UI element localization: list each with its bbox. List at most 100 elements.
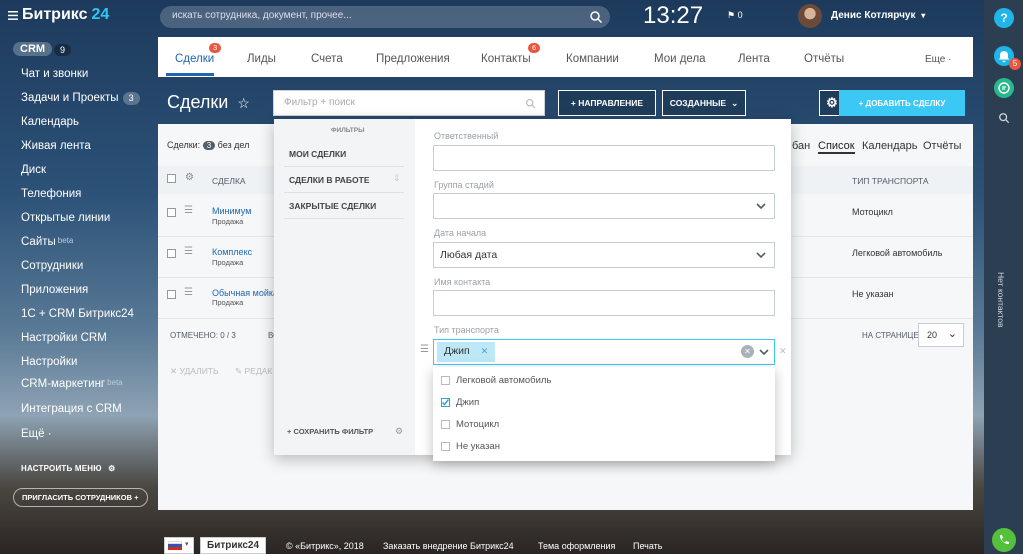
- sidebar-item-apps[interactable]: Приложения: [21, 284, 88, 296]
- tab-quotes[interactable]: Предложения: [376, 53, 450, 65]
- chat-button[interactable]: [994, 78, 1014, 98]
- remove-field-icon[interactable]: ✕: [779, 346, 787, 357]
- footer-order-link[interactable]: Заказать внедрение Битрикс24: [383, 541, 514, 551]
- sidebar-item-telephony[interactable]: Телефония: [21, 188, 81, 200]
- tab-feed[interactable]: Лента: [738, 53, 770, 65]
- sidebar-item-crm-marketing[interactable]: CRM-маркетинг beta: [21, 378, 123, 390]
- option-checkbox-checked[interactable]: [441, 398, 450, 407]
- tab-companies[interactable]: Компании: [566, 53, 619, 65]
- chevron-down-icon: [756, 203, 766, 210]
- tab-reports[interactable]: Отчёты: [804, 53, 844, 65]
- sidebar-item-crm-settings[interactable]: Настройки CRM: [21, 332, 107, 344]
- add-direction-button[interactable]: + НАПРАВЛЕНИЕ: [558, 90, 656, 116]
- option-car[interactable]: Легковой автомобиль: [456, 375, 551, 386]
- language-selector[interactable]: ▾: [164, 537, 194, 554]
- footer-theme-link[interactable]: Тема оформления: [538, 541, 615, 551]
- option-motorcycle[interactable]: Мотоцикл: [456, 419, 499, 430]
- sidebar-item-more[interactable]: Ещё ·: [21, 428, 52, 440]
- sidebar-item-crm-integration[interactable]: Интеграция с CRM: [21, 403, 122, 415]
- stage-group-select[interactable]: [433, 193, 775, 219]
- sidebar-item-1c[interactable]: 1С + CRM Битрикс24: [21, 308, 134, 320]
- responsible-field[interactable]: [433, 145, 775, 171]
- view-reports[interactable]: Отчёты: [923, 140, 961, 152]
- view-list[interactable]: Список: [818, 140, 855, 154]
- view-kanban[interactable]: бан: [792, 140, 810, 152]
- deal-link[interactable]: Комплекс: [212, 247, 252, 257]
- search-icon[interactable]: [589, 10, 603, 24]
- chevron-down-icon[interactable]: [759, 348, 769, 356]
- avatar[interactable]: [798, 4, 822, 28]
- preset-closed-deals[interactable]: ЗАКРЫТЫЕ СДЕЛКИ: [289, 201, 376, 211]
- filter-search-input[interactable]: Фильтр + поиск: [273, 90, 545, 116]
- delete-action[interactable]: ✕ УДАЛИТЬ: [170, 366, 219, 377]
- gear-icon[interactable]: ⚙: [185, 172, 194, 183]
- option-not-specified[interactable]: Не указан: [456, 441, 500, 452]
- sidebar-item-chat[interactable]: Чат и звонки: [21, 68, 88, 80]
- menu-burger-icon[interactable]: [8, 10, 18, 20]
- sidebar-item-sites[interactable]: Сайты beta: [21, 236, 73, 248]
- tab-contacts[interactable]: Контакты: [481, 53, 531, 65]
- option-jeep[interactable]: Джип: [456, 397, 479, 408]
- option-checkbox[interactable]: [441, 420, 450, 429]
- sidebar-item-crm[interactable]: CRM: [13, 42, 53, 56]
- clear-icon[interactable]: ✕: [741, 345, 754, 358]
- sidebar-item-tasks[interactable]: Задачи и Проекты 3: [21, 92, 140, 105]
- flag-counter[interactable]: ⚑ 0: [727, 10, 743, 21]
- sidebar-item-open-lines[interactable]: Открытые линии: [21, 212, 110, 224]
- pin-icon[interactable]: ⇩: [393, 173, 401, 184]
- gear-icon[interactable]: ⚙: [395, 426, 403, 437]
- search-icon[interactable]: [525, 98, 536, 109]
- view-calendar[interactable]: Календарь: [862, 140, 918, 152]
- per-page-select[interactable]: 20 ⌄: [918, 323, 964, 347]
- footer-print-link[interactable]: Печать: [633, 541, 662, 551]
- search-icon[interactable]: [998, 112, 1010, 124]
- row-menu-icon[interactable]: ☰: [184, 246, 193, 257]
- sidebar-item-feed[interactable]: Живая лента: [21, 140, 91, 152]
- deal-link[interactable]: Минимум: [212, 206, 251, 216]
- sidebar-item-calendar[interactable]: Календарь: [21, 116, 79, 128]
- field-label-start-date: Дата начала: [434, 228, 487, 238]
- deals-summary: Сделки: 3 без дел: [167, 140, 249, 150]
- global-search-input[interactable]: искать сотрудника, документ, прочее...: [160, 6, 610, 28]
- tab-deals[interactable]: Сделки: [175, 53, 214, 65]
- contact-name-field[interactable]: [433, 290, 775, 316]
- sidebar-item-employees[interactable]: Сотрудники: [21, 260, 83, 272]
- phone-button[interactable]: [992, 528, 1016, 552]
- footer-brand[interactable]: Битрикс24: [200, 537, 267, 554]
- tab-invoices[interactable]: Счета: [311, 53, 343, 65]
- sidebar-item-settings[interactable]: Настройки: [21, 356, 77, 368]
- edit-action[interactable]: ✎ РЕДАК: [235, 366, 272, 377]
- invite-employees-button[interactable]: ПРИГЛАСИТЬ СОТРУДНИКОВ +: [13, 488, 148, 507]
- row-menu-icon[interactable]: ☰: [184, 287, 193, 298]
- option-checkbox[interactable]: [441, 442, 450, 451]
- save-filter-button[interactable]: + СОХРАНИТЬ ФИЛЬТР: [287, 427, 373, 436]
- help-button[interactable]: ?: [994, 8, 1014, 28]
- deal-link[interactable]: Обычная мойка: [212, 288, 278, 298]
- configure-menu-link[interactable]: НАСТРОИТЬ МЕНЮ ⚙: [21, 464, 116, 473]
- select-all-checkbox[interactable]: [167, 174, 176, 183]
- sidebar-item-label: Сайты: [21, 236, 56, 248]
- star-icon[interactable]: ☆: [237, 95, 250, 111]
- option-checkbox[interactable]: [441, 376, 450, 385]
- preset-deals-in-work[interactable]: СДЕЛКИ В РАБОТЕ: [289, 175, 370, 185]
- deal-transport: Легковой автомобиль: [852, 248, 943, 258]
- tag-remove-icon[interactable]: ✕: [481, 346, 489, 356]
- row-checkbox[interactable]: [167, 249, 176, 258]
- row-checkbox[interactable]: [167, 290, 176, 299]
- sidebar-item-disk[interactable]: Диск: [21, 164, 46, 176]
- row-checkbox[interactable]: [167, 208, 176, 217]
- column-deal[interactable]: СДЕЛКА: [212, 176, 246, 186]
- tab-my-activities[interactable]: Мои дела: [654, 53, 706, 65]
- row-menu-icon[interactable]: ☰: [184, 205, 193, 216]
- created-filter-button[interactable]: СОЗДАННЫЕ ⌄: [662, 90, 746, 116]
- logo[interactable]: Битрикс 24: [8, 6, 109, 24]
- user-menu[interactable]: Денис Котлярчук ▾: [831, 10, 925, 21]
- tab-more[interactable]: Еще ·: [925, 54, 951, 65]
- preset-my-deals[interactable]: МОИ СДЕЛКИ: [289, 149, 346, 159]
- drag-handle-icon[interactable]: ☰: [420, 344, 429, 355]
- start-date-select[interactable]: Любая дата: [433, 242, 775, 268]
- tab-leads[interactable]: Лиды: [247, 53, 276, 65]
- gear-icon: ⚙: [826, 95, 838, 110]
- add-deal-button[interactable]: + ДОБАВИТЬ СДЕЛКУ: [839, 90, 965, 116]
- column-transport[interactable]: ТИП ТРАНСПОРТА: [852, 176, 929, 186]
